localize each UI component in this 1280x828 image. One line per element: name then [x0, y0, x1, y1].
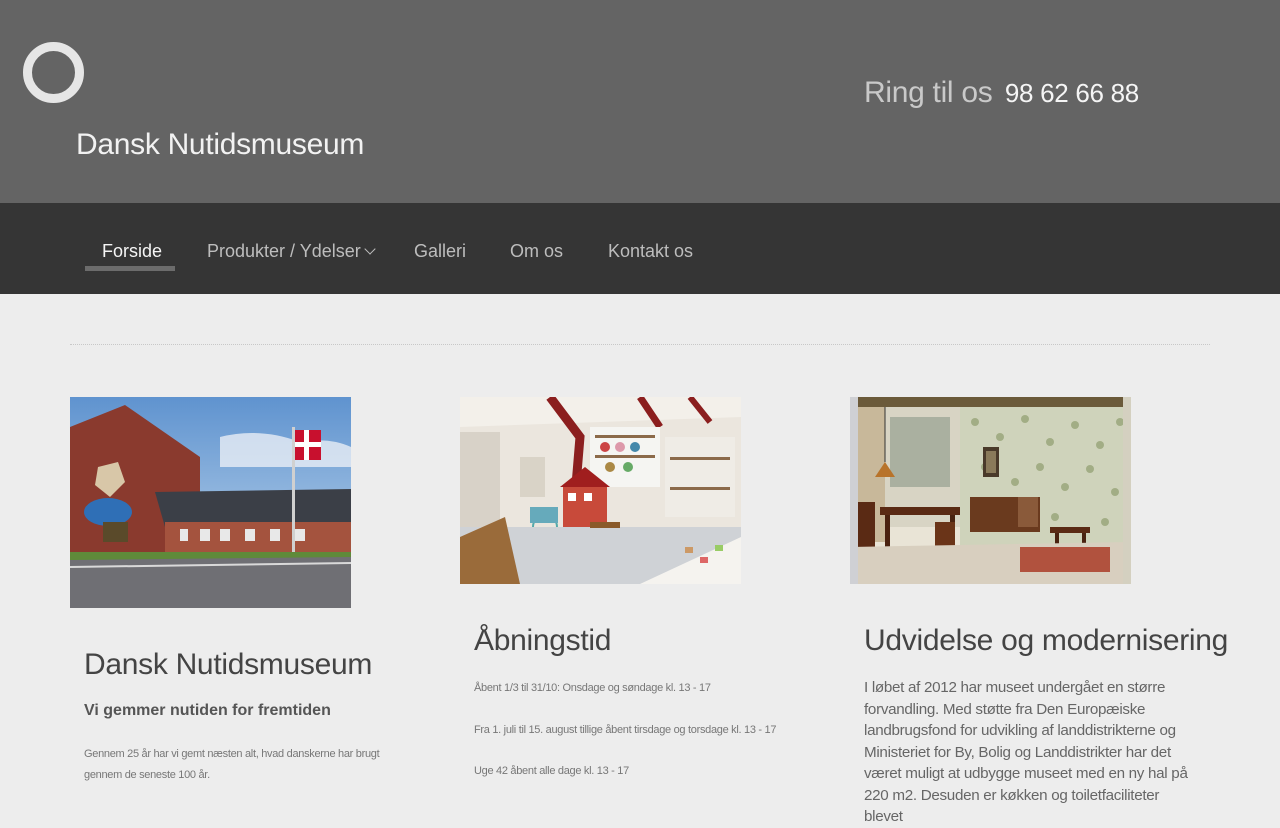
nav-item-forside[interactable]: Forside — [102, 241, 162, 262]
ring-logo-icon[interactable] — [23, 42, 84, 103]
column-title-opening-hours: Åbningstid — [474, 624, 612, 657]
main-nav: Forside Produkter / Ydelser Galleri Om o… — [0, 203, 1280, 294]
nav-item-produkter[interactable]: Produkter / Ydelser — [207, 241, 376, 262]
nav-item-label: Om os — [510, 241, 564, 261]
nav-item-label: Forside — [102, 241, 163, 261]
chevron-down-icon — [364, 243, 376, 255]
column-subtitle: Vi gemmer nutiden for fremtiden — [84, 702, 331, 719]
nav-item-galleri[interactable]: Galleri — [414, 241, 466, 262]
section-divider — [70, 344, 1210, 345]
opening-hours-line: Uge 42 åbent alle dage kl. 13 - 17 — [474, 765, 629, 777]
nav-item-label: Kontakt os — [608, 241, 694, 261]
phone-label: Ring til os — [864, 76, 993, 109]
site-title[interactable]: Dansk Nutidsmuseum — [76, 128, 364, 162]
nav-item-label: Produkter / Ydelser — [207, 241, 361, 261]
phone-block: Ring til os 98 62 66 88 — [864, 76, 1139, 110]
site-header: Dansk Nutidsmuseum Ring til os 98 62 66 … — [0, 0, 1280, 203]
opening-hours-line: Fra 1. juli til 15. august tillige åbent… — [474, 724, 777, 736]
nav-item-om-os[interactable]: Om os — [510, 241, 563, 262]
museum-building-photo[interactable] — [70, 397, 351, 608]
opening-hours-line: Åbent 1/3 til 31/10: Onsdage og søndage … — [474, 682, 711, 694]
column-intro-text: Gennem 25 år har vi gemt næsten alt, hva… — [84, 748, 380, 781]
retro-room-photo[interactable] — [850, 397, 1131, 584]
phone-number-link[interactable]: 98 62 66 88 — [1005, 78, 1139, 108]
nav-item-kontakt-os[interactable]: Kontakt os — [608, 241, 693, 262]
column-expansion-text: I løbet af 2012 har museet undergået en … — [864, 679, 1188, 825]
column-title-expansion: Udvidelse og modernisering — [864, 624, 1229, 657]
active-nav-indicator — [85, 266, 175, 271]
toy-exhibition-photo[interactable] — [460, 397, 741, 584]
nav-item-label: Galleri — [414, 241, 467, 261]
column-title-museum: Dansk Nutidsmuseum — [84, 648, 373, 681]
